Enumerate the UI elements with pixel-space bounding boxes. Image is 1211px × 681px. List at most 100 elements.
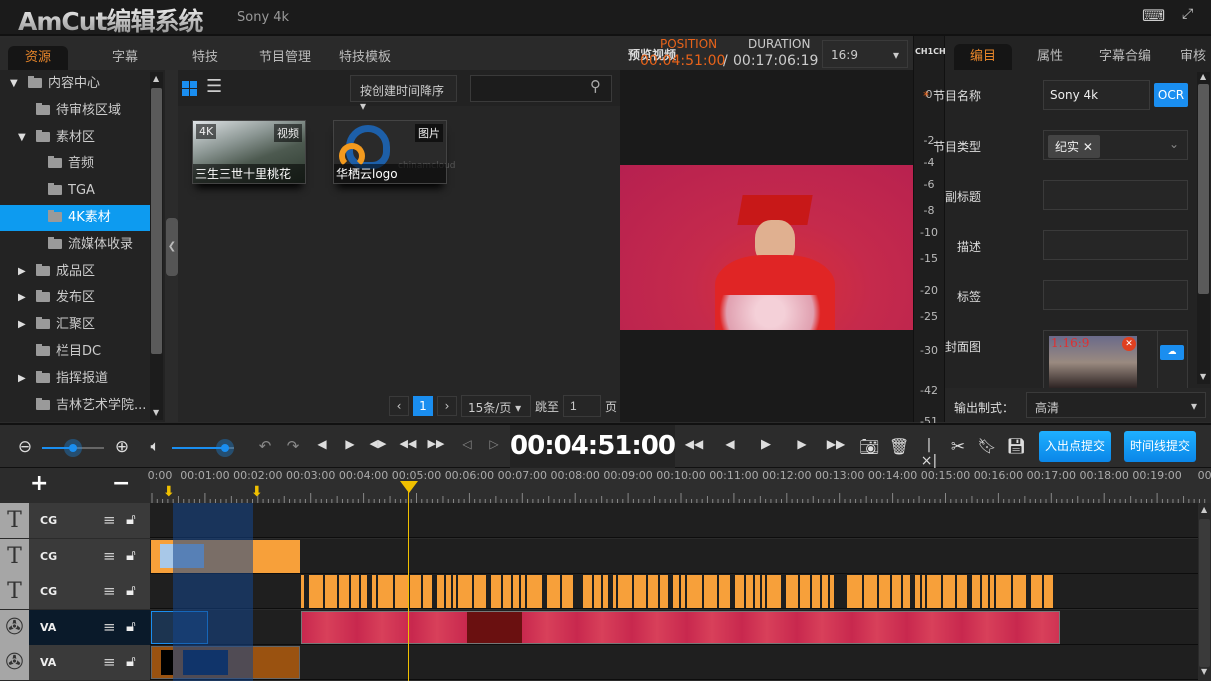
cg-clip[interactable]: [943, 575, 955, 609]
ripple-out-icon[interactable]: ▶▶: [426, 437, 446, 450]
cg-clip[interactable]: [351, 575, 359, 609]
cg-clip[interactable]: [395, 575, 408, 609]
caret-right-icon[interactable]: ▶: [18, 285, 26, 311]
razor-icon[interactable]: |×|: [919, 437, 939, 469]
tags-input[interactable]: [1043, 280, 1188, 310]
media-card[interactable]: 4K 视频 三生三世十里桃花: [192, 120, 306, 184]
cg-clip[interactable]: [453, 575, 456, 609]
cg-clip[interactable]: [927, 575, 941, 609]
step-back-icon[interactable]: ◀: [720, 437, 740, 451]
tree-item[interactable]: ▶ 成品区: [0, 259, 150, 285]
cg-clip[interactable]: [474, 575, 486, 609]
remove-tag-icon[interactable]: ✕: [1083, 140, 1093, 154]
cg-clip[interactable]: [746, 575, 753, 609]
description-input[interactable]: [1043, 230, 1188, 260]
cg-clip[interactable]: [583, 575, 592, 609]
timeline-ruler[interactable]: 0:00 00:01:00 00:02:00 00:03:00 00:04:00 00:0…: [148, 468, 1211, 503]
tab-subtitle-compose[interactable]: 字幕合编: [1083, 44, 1167, 70]
cg-clip[interactable]: [767, 575, 781, 609]
cg-clip[interactable]: [339, 575, 349, 609]
track-properties-icon[interactable]: ≡: [103, 511, 116, 529]
cg-clip[interactable]: [673, 575, 679, 609]
tab-catalog[interactable]: 编目: [954, 44, 1012, 70]
tab-subtitles[interactable]: 字幕: [95, 46, 155, 70]
search-icon[interactable]: ⚲: [590, 77, 601, 95]
undo-icon[interactable]: ↶: [255, 437, 275, 455]
next-page-button[interactable]: ›: [437, 396, 457, 416]
play-icon[interactable]: ▶: [756, 437, 776, 452]
ripple-in-icon[interactable]: ◀◀: [398, 437, 418, 450]
cg-clip[interactable]: [594, 575, 601, 609]
bookmark-icon[interactable]: 🔖︎: [977, 437, 997, 455]
zoom-in-icon[interactable]: ⊕: [112, 437, 132, 457]
track-properties-icon[interactable]: ≡: [103, 653, 116, 671]
output-format-select[interactable]: 高清 ▾: [1026, 392, 1206, 418]
tab-effect-templates[interactable]: 特技模板: [330, 46, 400, 70]
cg-clip[interactable]: [521, 575, 525, 609]
track-header[interactable]: ✇ VA ≡ 🔓︎: [0, 645, 150, 681]
cg-clip[interactable]: [513, 575, 519, 609]
cg-clip[interactable]: [547, 575, 560, 609]
video-clip[interactable]: [301, 610, 1060, 644]
fullscreen-icon[interactable]: ⤢: [1182, 6, 1193, 22]
cg-clip[interactable]: [879, 575, 890, 609]
tab-effects[interactable]: 特技: [175, 46, 235, 70]
cg-clip[interactable]: [982, 575, 988, 609]
prev-page-button[interactable]: ‹: [389, 396, 409, 416]
cg-clip[interactable]: [786, 575, 798, 609]
cg-clip[interactable]: [704, 575, 717, 609]
redo-icon[interactable]: ↷: [283, 437, 303, 455]
cg-clip[interactable]: [634, 575, 646, 609]
cg-clip[interactable]: [603, 575, 608, 609]
track-properties-icon[interactable]: ≡: [103, 618, 116, 636]
tree-item[interactable]: 吉林艺术学院...: [0, 393, 150, 419]
program-name-input[interactable]: Sony 4k: [1043, 80, 1150, 110]
unlock-icon[interactable]: 🔓︎: [126, 510, 136, 528]
in-point-marker[interactable]: ⬇: [163, 484, 175, 500]
program-type-select[interactable]: 纪实 ✕ ⌄: [1043, 130, 1188, 160]
go-to-out-icon[interactable]: ▷: [484, 437, 504, 451]
cg-clip[interactable]: [372, 575, 376, 609]
track-properties-icon[interactable]: ≡: [103, 582, 116, 600]
cg-clip[interactable]: [446, 575, 451, 609]
tab-program-management[interactable]: 节目管理: [250, 46, 320, 70]
tree-item[interactable]: ▶ 汇聚区: [0, 312, 150, 338]
page-size-select[interactable]: 15条/页 ▾: [461, 395, 531, 417]
tree-item[interactable]: TGA: [0, 178, 150, 204]
caret-right-icon[interactable]: ▶: [18, 312, 26, 338]
cg-clip[interactable]: [990, 575, 994, 609]
volume-slider[interactable]: [172, 439, 234, 457]
cg-clip[interactable]: [915, 575, 920, 609]
tree-item[interactable]: 4K素材: [0, 205, 150, 231]
tree-item[interactable]: 音频: [0, 151, 150, 177]
upload-cloud-icon[interactable]: ☁: [1160, 345, 1184, 360]
cg-clip[interactable]: [972, 575, 980, 609]
mark-out-icon[interactable]: ▶: [340, 437, 360, 451]
tree-item[interactable]: 待审核区域: [0, 98, 150, 124]
cg-clip[interactable]: [660, 575, 668, 609]
tree-scrollbar[interactable]: ▲ ▼: [150, 72, 163, 420]
timeline-submit-button[interactable]: 时间线提交: [1124, 431, 1196, 462]
delete-icon[interactable]: 🗑︎: [889, 437, 909, 456]
cut-icon[interactable]: ✂: [948, 437, 968, 457]
cg-clip[interactable]: [1044, 575, 1053, 609]
volume-icon[interactable]: 🔈︎: [145, 437, 165, 455]
zoom-out-icon[interactable]: ⊖: [15, 437, 35, 457]
cg-clip[interactable]: [1013, 575, 1026, 609]
tree-item[interactable]: ▶ 发布区: [0, 285, 150, 311]
panel-scrollbar[interactable]: ▲ ▼: [1197, 72, 1210, 384]
cg-clip[interactable]: [309, 575, 323, 609]
save-icon[interactable]: 💾︎: [1006, 437, 1026, 455]
caret-down-icon[interactable]: ▼: [10, 71, 18, 97]
cg-clip[interactable]: [527, 575, 542, 609]
tab-properties[interactable]: 属性: [1025, 44, 1075, 70]
grid-view-icon[interactable]: [182, 81, 197, 96]
cg-clip[interactable]: [996, 575, 1011, 609]
cg-clip[interactable]: [762, 575, 765, 609]
snapshot-icon[interactable]: 📷︎: [859, 437, 879, 456]
tree-item[interactable]: ▼ 素材区: [0, 125, 150, 151]
unlock-icon[interactable]: 🔓︎: [126, 617, 136, 635]
playhead-handle[interactable]: [400, 481, 418, 493]
cg-clip[interactable]: [648, 575, 658, 609]
goto-page-input[interactable]: [563, 395, 602, 417]
